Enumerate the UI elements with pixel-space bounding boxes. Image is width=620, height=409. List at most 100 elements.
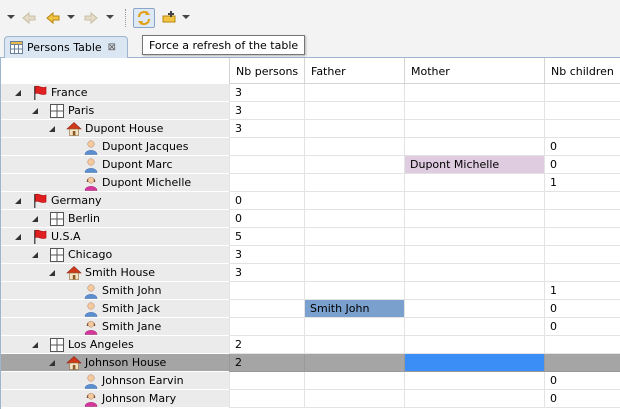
tree-cell[interactable]: France <box>1 84 229 102</box>
table-row[interactable]: Dupont Jacques 0 <box>1 138 620 156</box>
nb-children-cell[interactable] <box>544 246 620 264</box>
nb-persons-cell[interactable] <box>229 282 304 300</box>
tree-cell[interactable]: Dupont Michelle <box>1 174 229 192</box>
nb-persons-cell[interactable] <box>229 174 304 192</box>
mother-cell[interactable] <box>404 102 544 120</box>
nb-children-cell[interactable]: 1 <box>544 174 620 192</box>
nb-persons-cell[interactable]: 3 <box>229 84 304 102</box>
mother-cell[interactable] <box>404 138 544 156</box>
mother-cell[interactable] <box>404 120 544 138</box>
father-cell[interactable]: Smith John <box>304 300 404 318</box>
nb-persons-cell[interactable]: 3 <box>229 120 304 138</box>
nb-persons-cell[interactable] <box>229 318 304 336</box>
nb-persons-cell[interactable]: 3 <box>229 264 304 282</box>
tree-cell[interactable]: Dupont Jacques <box>1 138 229 156</box>
nb-children-cell[interactable] <box>544 192 620 210</box>
refresh-table-icon[interactable] <box>133 8 155 28</box>
mother-cell[interactable] <box>404 336 544 354</box>
column-header-nb-children[interactable]: Nb children <box>544 58 620 84</box>
mother-cell[interactable] <box>404 246 544 264</box>
father-cell[interactable] <box>304 390 404 408</box>
add-dropdown-icon[interactable] <box>182 15 190 19</box>
column-header-nb-persons[interactable]: Nb persons <box>229 58 304 84</box>
nb-children-cell[interactable]: 0 <box>544 372 620 390</box>
nb-children-cell[interactable]: 0 <box>544 156 620 174</box>
table-row[interactable]: Smith House 3 <box>1 264 620 282</box>
forward-disabled-icon[interactable] <box>82 8 100 28</box>
father-cell[interactable] <box>304 354 404 372</box>
father-cell[interactable] <box>304 264 404 282</box>
mother-cell[interactable] <box>404 318 544 336</box>
table-row[interactable]: Dupont Michelle 1 <box>1 174 620 192</box>
table-row[interactable]: Johnson House 2 <box>1 354 620 372</box>
mother-cell[interactable] <box>404 210 544 228</box>
nb-children-cell[interactable] <box>544 120 620 138</box>
nb-children-cell[interactable]: 0 <box>544 300 620 318</box>
expander-icon[interactable] <box>32 108 38 114</box>
mother-cell[interactable] <box>404 354 544 372</box>
tree-cell[interactable]: Dupont Marc <box>1 156 229 174</box>
tab-persons-table[interactable]: Persons Table ⊠ <box>4 36 128 58</box>
table-row[interactable]: Johnson Mary 0 <box>1 390 620 408</box>
nb-persons-cell[interactable] <box>229 390 304 408</box>
nb-persons-cell[interactable] <box>229 138 304 156</box>
tree-cell[interactable]: Johnson Earvin <box>1 372 229 390</box>
tree-cell[interactable]: Johnson House <box>1 354 229 372</box>
nb-children-cell[interactable]: 0 <box>544 318 620 336</box>
nb-persons-cell[interactable] <box>229 372 304 390</box>
father-cell[interactable] <box>304 102 404 120</box>
nb-persons-cell[interactable] <box>229 300 304 318</box>
mother-cell[interactable] <box>404 84 544 102</box>
mother-cell[interactable] <box>404 174 544 192</box>
table-row[interactable]: Los Angeles 2 <box>1 336 620 354</box>
tree-cell[interactable]: Smith Jane <box>1 318 229 336</box>
nb-persons-cell[interactable]: 0 <box>229 192 304 210</box>
nb-persons-cell[interactable]: 3 <box>229 246 304 264</box>
father-cell[interactable] <box>304 192 404 210</box>
table-row[interactable]: France 3 <box>1 84 620 102</box>
nb-children-cell[interactable] <box>544 228 620 246</box>
expander-icon[interactable] <box>32 252 38 258</box>
expander-icon[interactable] <box>32 216 38 222</box>
tree-cell[interactable]: Germany <box>1 192 229 210</box>
view-menu-dropdown-icon[interactable] <box>7 15 15 19</box>
father-cell[interactable] <box>304 228 404 246</box>
table-row[interactable]: Germany 0 <box>1 192 620 210</box>
nb-children-cell[interactable]: 0 <box>544 138 620 156</box>
table-row[interactable]: Smith Jane 0 <box>1 318 620 336</box>
tree-cell[interactable]: Los Angeles <box>1 336 229 354</box>
tree-cell[interactable]: Paris <box>1 102 229 120</box>
nb-children-cell[interactable]: 0 <box>544 390 620 408</box>
mother-cell[interactable] <box>404 228 544 246</box>
tree-cell[interactable]: Smith House <box>1 264 229 282</box>
column-header-mother[interactable]: Mother <box>404 58 544 84</box>
nb-children-cell[interactable]: 1 <box>544 282 620 300</box>
nb-persons-cell[interactable]: 3 <box>229 102 304 120</box>
nb-children-cell[interactable] <box>544 354 620 372</box>
tree-cell[interactable]: Smith Jack <box>1 300 229 318</box>
back-disabled-icon[interactable] <box>20 8 38 28</box>
nb-children-cell[interactable] <box>544 84 620 102</box>
expander-icon[interactable] <box>49 360 55 366</box>
tree-column-header[interactable] <box>1 58 229 84</box>
table-row[interactable]: Chicago 3 <box>1 246 620 264</box>
father-cell[interactable] <box>304 210 404 228</box>
father-cell[interactable] <box>304 138 404 156</box>
tree-cell[interactable]: Berlin <box>1 210 229 228</box>
father-cell[interactable] <box>304 174 404 192</box>
add-icon[interactable] <box>160 8 178 28</box>
mother-cell[interactable]: Dupont Michelle <box>404 156 544 174</box>
expander-icon[interactable] <box>15 90 21 96</box>
tree-cell[interactable]: Smith John <box>1 282 229 300</box>
table-row[interactable]: Dupont House 3 <box>1 120 620 138</box>
father-cell[interactable] <box>304 120 404 138</box>
father-cell[interactable] <box>304 336 404 354</box>
tree-cell[interactable]: Chicago <box>1 246 229 264</box>
nb-persons-cell[interactable]: 5 <box>229 228 304 246</box>
table-row[interactable]: Paris 3 <box>1 102 620 120</box>
nb-children-cell[interactable] <box>544 102 620 120</box>
tree-cell[interactable]: U.S.A <box>1 228 229 246</box>
mother-cell[interactable] <box>404 390 544 408</box>
nb-persons-cell[interactable]: 2 <box>229 354 304 372</box>
table-row[interactable]: Smith Jack Smith John 0 <box>1 300 620 318</box>
